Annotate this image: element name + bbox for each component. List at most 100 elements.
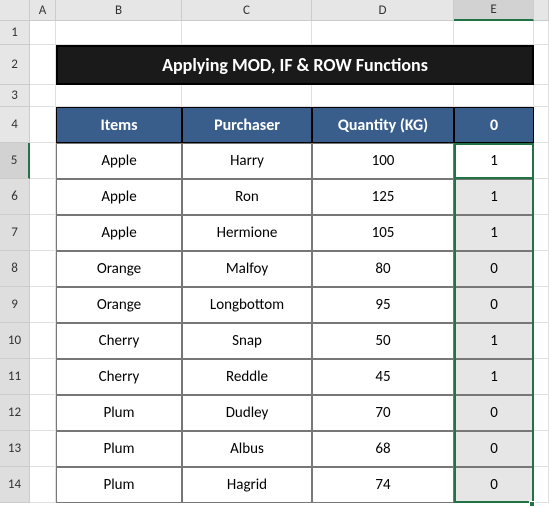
cell-F10[interactable] — [534, 323, 549, 359]
cell-A10[interactable] — [30, 323, 56, 359]
cell-F7[interactable] — [534, 215, 549, 251]
row-header-14[interactable]: 14 — [0, 467, 30, 503]
cell-item[interactable]: Plum — [56, 395, 182, 431]
cell-A12[interactable] — [30, 395, 56, 431]
col-header-D[interactable]: D — [312, 0, 454, 21]
cell-flag[interactable]: 0 — [454, 467, 534, 503]
cell-purchaser[interactable]: Malfoy — [182, 251, 312, 287]
cell-qty[interactable]: 70 — [312, 395, 454, 431]
cell-A4[interactable] — [30, 107, 56, 143]
cell-C1[interactable] — [182, 21, 312, 45]
cells-area[interactable]: Applying MOD, IF & ROW Functions Items P… — [30, 21, 549, 508]
cell-A7[interactable] — [30, 215, 56, 251]
cell-A8[interactable] — [30, 251, 56, 287]
cell-flag[interactable]: 1 — [454, 179, 534, 215]
row-header-5[interactable]: 5 — [0, 143, 30, 179]
cell-A2[interactable] — [30, 45, 56, 85]
cell-flag[interactable]: 1 — [454, 215, 534, 251]
cell-flag[interactable]: 0 — [454, 395, 534, 431]
row-header-8[interactable]: 8 — [0, 251, 30, 287]
cell-flag[interactable]: 0 — [454, 251, 534, 287]
cell-qty[interactable]: 45 — [312, 359, 454, 395]
cell-F13[interactable] — [534, 431, 549, 467]
cell-qty[interactable]: 74 — [312, 467, 454, 503]
col-header-C[interactable]: C — [182, 0, 312, 21]
row-header-1[interactable]: 1 — [0, 21, 30, 45]
cell-item[interactable]: Apple — [56, 179, 182, 215]
cell-F6[interactable] — [534, 179, 549, 215]
col-header-E[interactable]: E — [454, 0, 534, 21]
cell-C3[interactable] — [182, 85, 312, 107]
header-items[interactable]: Items — [56, 107, 182, 143]
title-banner[interactable]: Applying MOD, IF & ROW Functions — [56, 45, 534, 85]
cell-flag[interactable]: 0 — [454, 431, 534, 467]
cell-A5[interactable] — [30, 143, 56, 179]
cell-A6[interactable] — [30, 179, 56, 215]
cell-flag[interactable]: 1 — [454, 143, 534, 179]
row-header-2[interactable]: 2 — [0, 45, 30, 85]
row-header-13[interactable]: 13 — [0, 431, 30, 467]
row-header-12[interactable]: 12 — [0, 395, 30, 431]
cell-A13[interactable] — [30, 431, 56, 467]
cell-A3[interactable] — [30, 85, 56, 107]
cell-item[interactable]: Cherry — [56, 323, 182, 359]
cell-F14[interactable] — [534, 467, 549, 503]
cell-item[interactable]: Cherry — [56, 359, 182, 395]
cell-purchaser[interactable]: Hermione — [182, 215, 312, 251]
cell-item[interactable]: Plum — [56, 467, 182, 503]
cell-F4[interactable] — [534, 107, 549, 143]
cell-E1[interactable] — [454, 21, 534, 45]
cell-item[interactable]: Apple — [56, 143, 182, 179]
cell-purchaser[interactable]: Reddle — [182, 359, 312, 395]
cell-E3[interactable] — [454, 85, 534, 107]
col-header-blank[interactable] — [534, 0, 549, 21]
cell-F1[interactable] — [534, 21, 549, 45]
header-flag[interactable]: 0 — [454, 107, 534, 143]
row-header-7[interactable]: 7 — [0, 215, 30, 251]
cell-F3[interactable] — [534, 85, 549, 107]
cell-F5[interactable] — [534, 143, 549, 179]
cell-F12[interactable] — [534, 395, 549, 431]
cell-A14[interactable] — [30, 467, 56, 503]
cell-purchaser[interactable]: Albus — [182, 431, 312, 467]
cell-item[interactable]: Plum — [56, 431, 182, 467]
header-quantity[interactable]: Quantity (KG) — [312, 107, 454, 143]
cell-B1[interactable] — [56, 21, 182, 45]
cell-A9[interactable] — [30, 287, 56, 323]
cell-qty[interactable]: 125 — [312, 179, 454, 215]
select-all-corner[interactable] — [0, 0, 30, 21]
cell-qty[interactable]: 105 — [312, 215, 454, 251]
row-header-9[interactable]: 9 — [0, 287, 30, 323]
cell-purchaser[interactable]: Harry — [182, 143, 312, 179]
row-header-4[interactable]: 4 — [0, 107, 30, 143]
cell-F9[interactable] — [534, 287, 549, 323]
cell-purchaser[interactable]: Ron — [182, 179, 312, 215]
cell-qty[interactable]: 95 — [312, 287, 454, 323]
col-header-A[interactable]: A — [30, 0, 56, 21]
cell-qty[interactable]: 50 — [312, 323, 454, 359]
cell-item[interactable]: Orange — [56, 251, 182, 287]
cell-flag[interactable]: 0 — [454, 287, 534, 323]
cell-D3[interactable] — [312, 85, 454, 107]
cell-qty[interactable]: 80 — [312, 251, 454, 287]
cell-item[interactable]: Apple — [56, 215, 182, 251]
cell-item[interactable]: Orange — [56, 287, 182, 323]
row-header-3[interactable]: 3 — [0, 85, 30, 107]
cell-D1[interactable] — [312, 21, 454, 45]
cell-F11[interactable] — [534, 359, 549, 395]
cell-purchaser[interactable]: Hagrid — [182, 467, 312, 503]
cell-A11[interactable] — [30, 359, 56, 395]
cell-F2[interactable] — [534, 45, 549, 85]
cell-flag[interactable]: 1 — [454, 323, 534, 359]
cell-F8[interactable] — [534, 251, 549, 287]
cell-qty[interactable]: 68 — [312, 431, 454, 467]
row-header-10[interactable]: 10 — [0, 323, 30, 359]
cell-qty[interactable]: 100 — [312, 143, 454, 179]
cell-purchaser[interactable]: Longbottom — [182, 287, 312, 323]
row-header-11[interactable]: 11 — [0, 359, 30, 395]
cell-purchaser[interactable]: Dudley — [182, 395, 312, 431]
cell-purchaser[interactable]: Snap — [182, 323, 312, 359]
col-header-B[interactable]: B — [56, 0, 182, 21]
header-purchaser[interactable]: Purchaser — [182, 107, 312, 143]
cell-A1[interactable] — [30, 21, 56, 45]
